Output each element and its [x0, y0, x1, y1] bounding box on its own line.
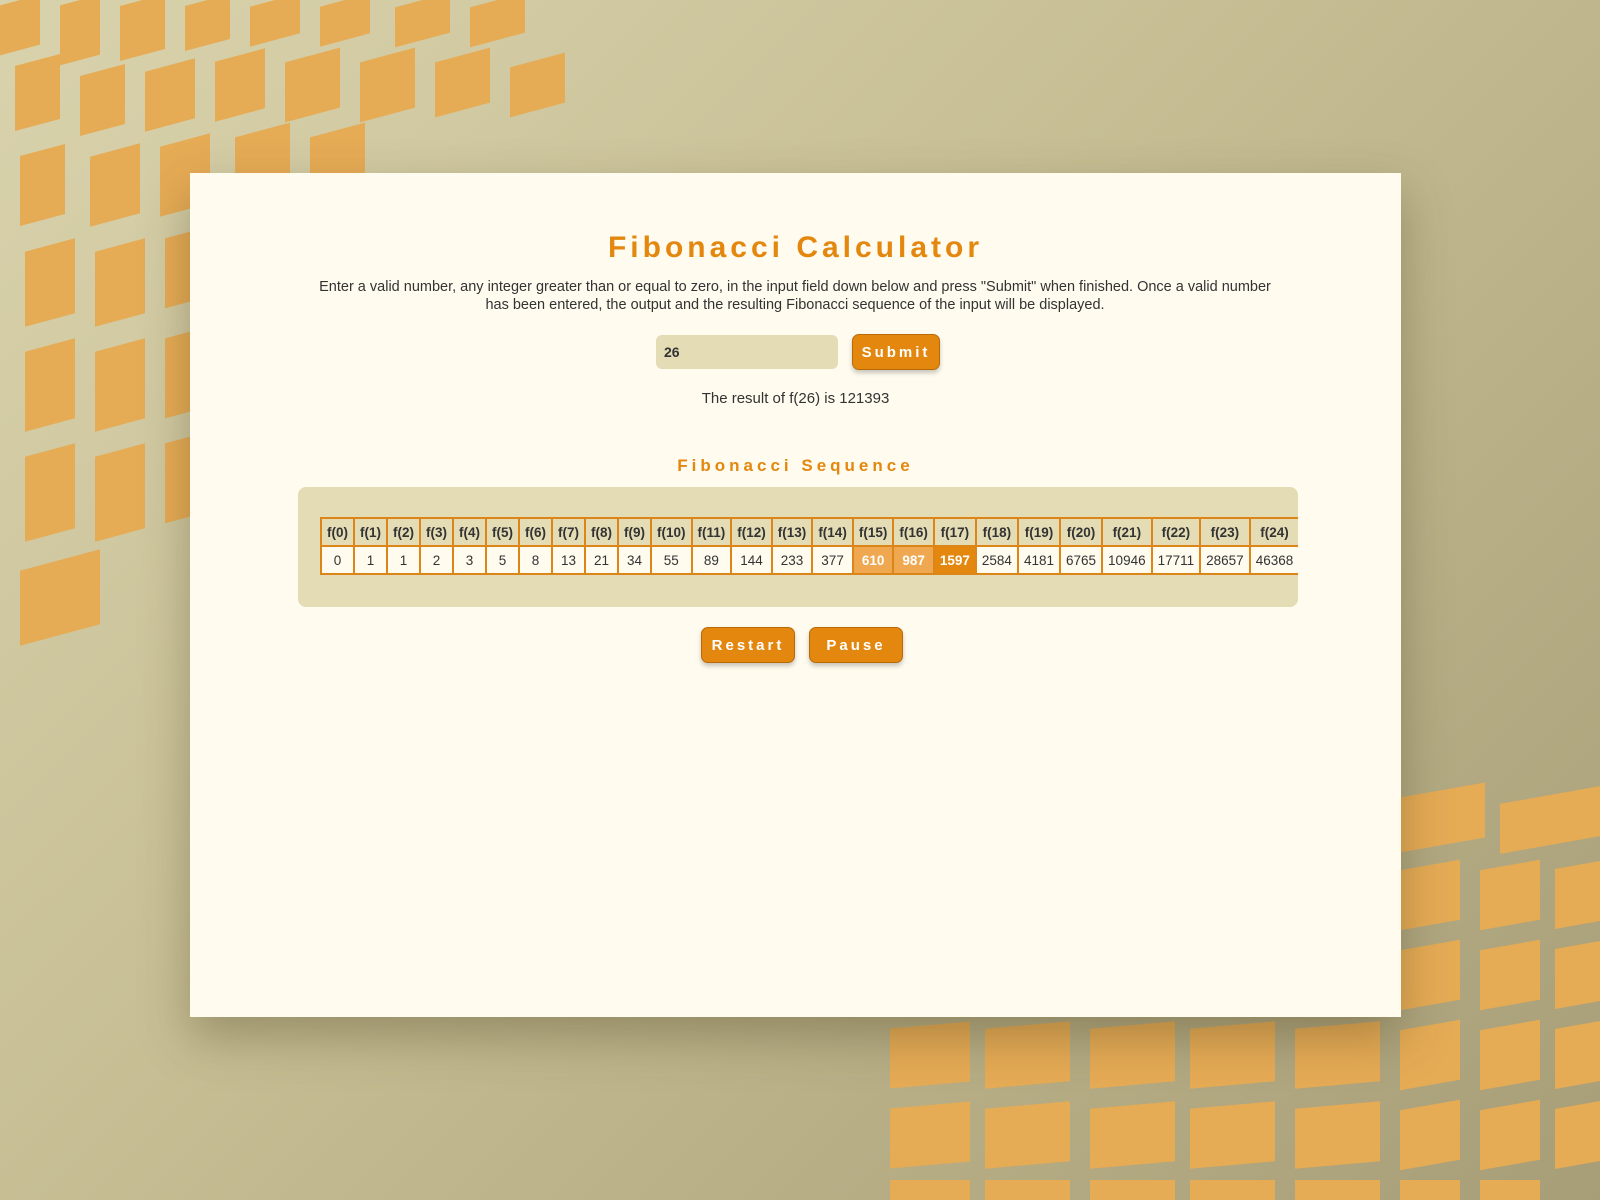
sequence-value-cell: 5	[485, 545, 520, 575]
page-title: Fibonacci Calculator	[607, 231, 984, 264]
sequence-value-cell: 4181	[1016, 545, 1062, 575]
sequence-value-cell: 233	[770, 545, 814, 575]
sequence-table-scroll[interactable]: f(0) f(1) f(2) f(3) f(4) f(5) f(6) f(7) f(8) f(9)…	[320, 517, 1298, 577]
sequence-header-cell: f(21)	[1101, 517, 1153, 547]
sequence-value-cell: 0	[320, 545, 355, 575]
sequence-value-cell: 987	[892, 545, 935, 575]
sequence-header-cell: f(10)	[650, 517, 693, 547]
sequence-value-cell: 28657	[1199, 545, 1251, 575]
sequence-header-cell: f(15)	[851, 517, 895, 547]
sequence-value-cell: 8	[518, 545, 553, 575]
sequence-header-cell: f(7)	[551, 517, 586, 547]
sequence-header-cell: f(22)	[1150, 517, 1202, 547]
sequence-table: f(0) f(1) f(2) f(3) f(4) f(5) f(6) f(7) f(8) f(9)…	[320, 517, 1298, 575]
sequence-value-cell: 6765	[1058, 545, 1104, 575]
sequence-value-cell: 55	[650, 545, 693, 575]
sequence-header-cell: f(0)	[320, 517, 355, 547]
sequence-panel: f(0) f(1) f(2) f(3) f(4) f(5) f(6) f(7) f(8) f(9)…	[298, 487, 1298, 607]
calculator-card: Fibonacci Calculator Enter a valid numbe…	[190, 173, 1401, 1017]
result-text: The result of f(26) is 121393	[701, 390, 890, 407]
sequence-header-cell: f(14)	[811, 517, 854, 547]
sequence-header-cell: f(20)	[1058, 517, 1104, 547]
sequence-header-cell: f(3)	[419, 517, 454, 547]
sequence-value-cell: 610	[851, 545, 895, 575]
number-input[interactable]	[656, 335, 838, 369]
sequence-value-cell: 10946	[1101, 545, 1153, 575]
sequence-value-cell: 1	[353, 545, 388, 575]
sequence-header-cell: f(4)	[452, 517, 487, 547]
pause-button[interactable]: Pause	[809, 627, 903, 663]
sequence-header-cell: f(16)	[892, 517, 935, 547]
sequence-value-cell: 1597	[932, 545, 977, 575]
sequence-header-cell: f(13)	[770, 517, 814, 547]
sequence-header-cell: f(8)	[584, 517, 619, 547]
sequence-header-cell: f(11)	[690, 517, 733, 547]
sequence-value-cell: 21	[584, 545, 619, 575]
sequence-title: Fibonacci Sequence	[677, 456, 914, 475]
sequence-value-cell: 89	[690, 545, 733, 575]
sequence-value-cell: 1	[386, 545, 421, 575]
sequence-header-cell: f(6)	[518, 517, 553, 547]
sequence-value-cell: 2	[419, 545, 454, 575]
restart-button[interactable]: Restart	[701, 627, 795, 663]
sequence-header-cell: f(19)	[1016, 517, 1062, 547]
sequence-header-cell: f(23)	[1199, 517, 1251, 547]
instructions-text: Enter a valid number, any integer greate…	[319, 279, 1271, 313]
submit-button[interactable]: Submit	[852, 334, 940, 370]
sequence-header-cell: f(1)	[353, 517, 388, 547]
sequence-header-cell: f(17)	[932, 517, 977, 547]
sequence-header-cell: f(9)	[617, 517, 652, 547]
sequence-header-row: f(0) f(1) f(2) f(3) f(4) f(5) f(6) f(7) f(8) f(9)…	[320, 517, 1298, 547]
sequence-value-cell: 46368	[1248, 545, 1298, 575]
sequence-value-cell: 3	[452, 545, 487, 575]
sequence-value-cell: 34	[617, 545, 652, 575]
sequence-header-cell: f(2)	[386, 517, 421, 547]
sequence-value-cell: 144	[730, 545, 773, 575]
sequence-value-cell: 2584	[974, 545, 1019, 575]
sequence-value-row: 0 1 1 2 3 5 8 13 21 34 55 89 144 233 377 610 987 1597 2584…	[320, 545, 1298, 575]
sequence-header-cell: f(24)	[1248, 517, 1298, 547]
sequence-value-cell: 13	[551, 545, 586, 575]
sequence-value-cell: 377	[811, 545, 854, 575]
sequence-header-cell: f(5)	[485, 517, 520, 547]
sequence-header-cell: f(12)	[730, 517, 773, 547]
sequence-header-cell: f(18)	[974, 517, 1019, 547]
sequence-value-cell: 17711	[1150, 545, 1202, 575]
